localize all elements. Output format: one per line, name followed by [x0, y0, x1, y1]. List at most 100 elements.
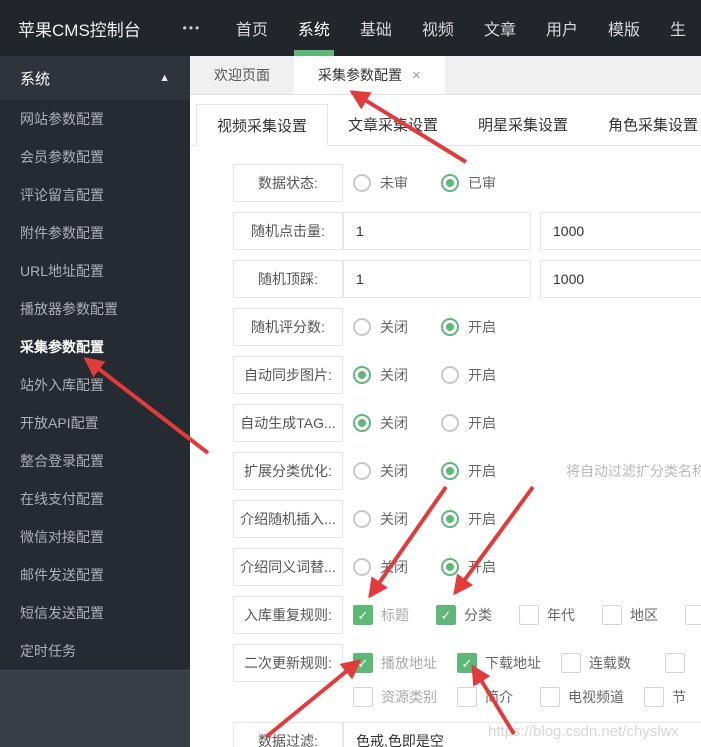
- checkbox-icon[interactable]: [457, 653, 477, 673]
- radio-option[interactable]: 关闭: [353, 509, 408, 529]
- checkbox-icon[interactable]: [353, 687, 373, 707]
- checkbox-option[interactable]: 简介: [457, 687, 513, 707]
- checkbox-group: 播放地址 下载地址 连载数资源类别 简介 电视频道 节: [343, 644, 686, 712]
- helper-text: 将自动过滤扩分类名称里的: [566, 463, 701, 479]
- radio-icon[interactable]: [353, 318, 371, 336]
- checkbox-option[interactable]: 分类: [436, 605, 492, 625]
- field-label: 介绍同义词替...: [233, 548, 343, 586]
- radio-option[interactable]: 开启: [441, 557, 496, 577]
- sidebar-item[interactable]: 采集参数配置: [0, 328, 190, 366]
- radio-option[interactable]: 关闭: [353, 365, 408, 385]
- radio-option[interactable]: 开启: [441, 365, 496, 385]
- radio-icon[interactable]: [441, 510, 459, 528]
- radio-option-label: 关闭: [380, 319, 408, 335]
- tab-close-icon[interactable]: ×: [412, 67, 421, 84]
- min-value-input[interactable]: 1: [343, 212, 531, 250]
- sidebar-item[interactable]: 整合登录配置: [0, 442, 190, 480]
- checkbox-icon[interactable]: [644, 687, 664, 707]
- checkbox-option[interactable]: 年代: [519, 605, 575, 625]
- radio-option[interactable]: 开启: [441, 317, 496, 337]
- nav-item[interactable]: 模版: [593, 0, 655, 56]
- checkbox-option[interactable]: 连载数: [561, 653, 631, 673]
- checkbox-icon[interactable]: [519, 605, 539, 625]
- radio-icon[interactable]: [353, 558, 371, 576]
- checkbox-option[interactable]: 标题: [353, 605, 409, 625]
- sidebar-item[interactable]: 站外入库配置: [0, 366, 190, 404]
- checkbox-option[interactable]: [665, 653, 685, 673]
- field-label: 自动生成TAG...: [233, 404, 343, 442]
- nav-item[interactable]: 生: [655, 0, 701, 56]
- nav-item[interactable]: 视频: [407, 0, 469, 56]
- radio-group: 关闭 开启: [343, 500, 529, 538]
- sidebar-item[interactable]: 短信发送配置: [0, 594, 190, 632]
- radio-option[interactable]: 关闭: [353, 461, 408, 481]
- radio-option[interactable]: 未审: [353, 173, 408, 193]
- radio-option[interactable]: 开启: [441, 461, 496, 481]
- sidebar-item[interactable]: 邮件发送配置: [0, 556, 190, 594]
- checkbox-icon[interactable]: [353, 605, 373, 625]
- checkbox-option[interactable]: 节: [644, 687, 686, 707]
- checkbox-icon[interactable]: [436, 605, 456, 625]
- checkbox-icon[interactable]: [685, 605, 701, 625]
- checkbox-option[interactable]: 地区: [602, 605, 658, 625]
- sidebar-item[interactable]: 开放API配置: [0, 404, 190, 442]
- sidebar-item[interactable]: 会员参数配置: [0, 138, 190, 176]
- checkbox-icon[interactable]: [561, 653, 581, 673]
- sidebar-item[interactable]: 附件参数配置: [0, 214, 190, 252]
- radio-icon[interactable]: [353, 510, 371, 528]
- nav-item[interactable]: 基础: [345, 0, 407, 56]
- subtab[interactable]: 明星采集设置: [458, 104, 588, 145]
- checkbox-option[interactable]: 播放地址: [353, 653, 437, 673]
- subtab[interactable]: 角色采集设置: [588, 104, 701, 145]
- subtab[interactable]: 视频采集设置: [196, 104, 329, 146]
- radio-icon[interactable]: [441, 174, 459, 192]
- radio-icon[interactable]: [441, 558, 459, 576]
- radio-option[interactable]: 开启: [441, 413, 496, 433]
- nav-item[interactable]: 用户: [531, 0, 593, 56]
- radio-icon[interactable]: [441, 318, 459, 336]
- sidebar-item[interactable]: 定时任务: [0, 632, 190, 670]
- checkbox-icon[interactable]: [353, 653, 373, 673]
- nav-item[interactable]: 首页: [221, 0, 283, 56]
- radio-option-label: 未审: [380, 175, 408, 191]
- min-value-input[interactable]: 1: [343, 260, 531, 298]
- sidebar-item[interactable]: URL地址配置: [0, 252, 190, 290]
- sidebar-item[interactable]: 评论留言配置: [0, 176, 190, 214]
- sidebar-section-header[interactable]: 系统 ▲: [0, 56, 190, 100]
- checkbox-option[interactable]: 电视频道: [540, 687, 624, 707]
- radio-icon[interactable]: [441, 462, 459, 480]
- checkbox-icon[interactable]: [540, 687, 560, 707]
- sidebar-item[interactable]: 微信对接配置: [0, 518, 190, 556]
- sidebar-item[interactable]: 网站参数配置: [0, 100, 190, 138]
- radio-option[interactable]: 关闭: [353, 317, 408, 337]
- sidebar-item[interactable]: 播放器参数配置: [0, 290, 190, 328]
- radio-group: 关闭 开启: [343, 308, 529, 346]
- subtab[interactable]: 文章采集设置: [328, 104, 458, 145]
- checkbox-icon[interactable]: [602, 605, 622, 625]
- form-row: 自动同步图片: 关闭 开启: [233, 356, 701, 394]
- radio-option[interactable]: 开启: [441, 509, 496, 529]
- nav-item[interactable]: 系统: [283, 0, 345, 56]
- tab[interactable]: 欢迎页面: [190, 56, 294, 94]
- radio-icon[interactable]: [353, 414, 371, 432]
- radio-icon[interactable]: [441, 414, 459, 432]
- radio-option[interactable]: 关闭: [353, 413, 408, 433]
- checkbox-option[interactable]: [685, 605, 701, 625]
- radio-icon[interactable]: [353, 366, 371, 384]
- radio-icon[interactable]: [441, 366, 459, 384]
- sidebar-item[interactable]: 在线支付配置: [0, 480, 190, 518]
- menu-dots-icon[interactable]: •••: [173, 21, 211, 35]
- radio-icon[interactable]: [353, 462, 371, 480]
- checkbox-label: 资源类别: [381, 689, 437, 705]
- checkbox-icon[interactable]: [665, 653, 685, 673]
- checkbox-option[interactable]: 资源类别: [353, 687, 437, 707]
- max-value-input[interactable]: 1000: [540, 260, 701, 298]
- radio-icon[interactable]: [353, 174, 371, 192]
- checkbox-icon[interactable]: [457, 687, 477, 707]
- radio-option[interactable]: 关闭: [353, 557, 408, 577]
- checkbox-option[interactable]: 下载地址: [457, 653, 541, 673]
- tab[interactable]: 采集参数配置 ×: [294, 56, 445, 94]
- max-value-input[interactable]: 1000: [540, 212, 701, 250]
- radio-option[interactable]: 已审: [441, 173, 496, 193]
- nav-item[interactable]: 文章: [469, 0, 531, 56]
